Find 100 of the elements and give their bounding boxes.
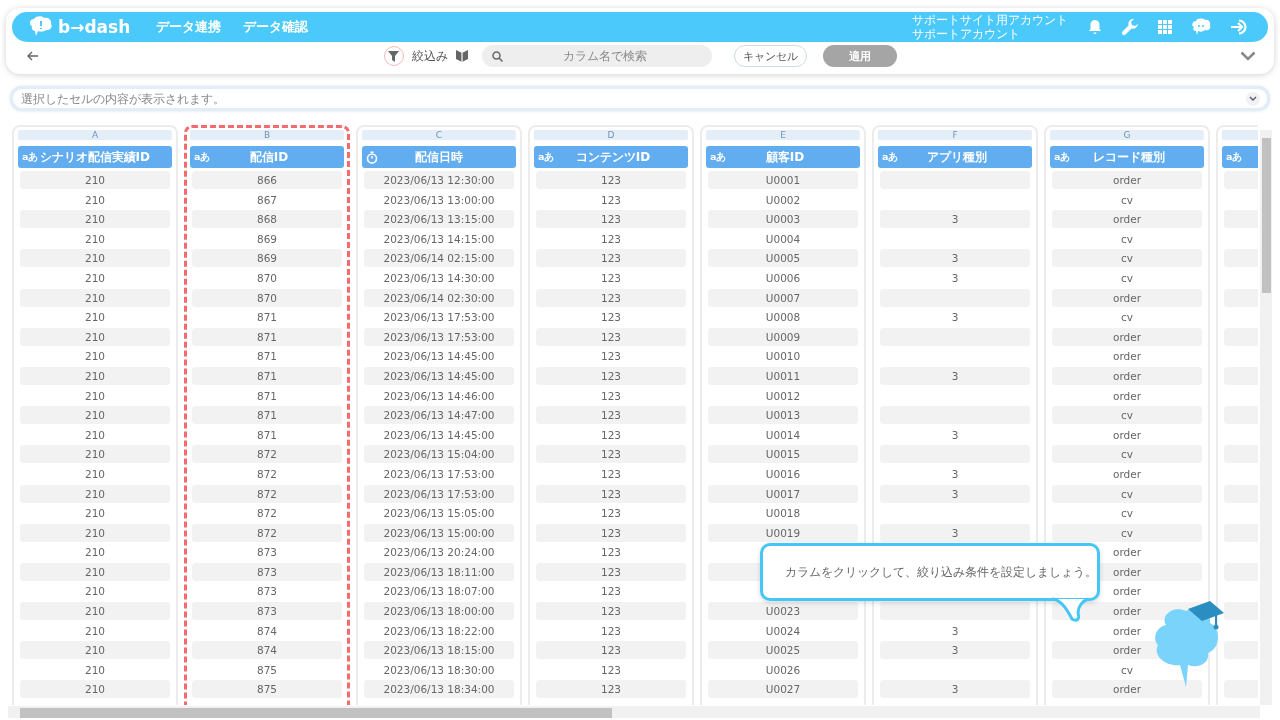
table-cell[interactable]: 3 xyxy=(880,680,1030,699)
table-cell[interactable]: 2023/06/13 14:15:00 xyxy=(364,229,514,248)
table-cell[interactable]: order xyxy=(1052,288,1202,307)
cell-content-field[interactable]: 選択したセルの内容が表示されます。 xyxy=(10,86,1270,111)
table-cell[interactable]: 871 xyxy=(192,386,342,405)
table-cell[interactable]: 210 xyxy=(20,621,170,640)
table-cell[interactable]: 2023/06/13 18:30:00 xyxy=(364,660,514,679)
table-cell[interactable]: 123 xyxy=(536,602,686,621)
table-cell[interactable]: 123 xyxy=(536,680,686,699)
table-cell[interactable]: 3 xyxy=(880,249,1030,268)
table-cell[interactable]: 210 xyxy=(20,582,170,601)
table-cell[interactable]: U0006 xyxy=(708,268,858,287)
table-cell[interactable]: order xyxy=(1052,366,1202,385)
table-cell[interactable]: 123 xyxy=(536,484,686,503)
table-cell[interactable]: 123 xyxy=(536,504,686,523)
table-cell[interactable]: 2023/06/13 14:45:00 xyxy=(364,347,514,366)
table-cell[interactable]: 123 xyxy=(536,445,686,464)
table-cell[interactable]: U0013 xyxy=(708,406,858,425)
table-cell[interactable]: 871 xyxy=(192,347,342,366)
scrollbar-thumb[interactable] xyxy=(1262,138,1271,293)
table-cell[interactable]: 2023/06/13 17:53:00 xyxy=(364,327,514,346)
table-cell[interactable]: cv xyxy=(1052,660,1202,679)
table-cell[interactable]: U0015 xyxy=(708,445,858,464)
table-cell[interactable]: 3 xyxy=(880,621,1030,640)
table-cell[interactable]: 123 xyxy=(536,366,686,385)
table-cell[interactable]: cv xyxy=(1052,445,1202,464)
table-cell[interactable]: 123 xyxy=(536,171,686,189)
table-cell[interactable]: order xyxy=(1052,386,1202,405)
table-cell[interactable]: 2023/06/13 14:45:00 xyxy=(364,366,514,385)
empty-cell[interactable] xyxy=(880,602,1030,621)
table-cell[interactable]: 2023/06/13 20:24:00 xyxy=(364,543,514,562)
table-cell[interactable]: 869 xyxy=(192,249,342,268)
table-cell[interactable]: cv xyxy=(1052,249,1202,268)
table-cell[interactable]: 2023/06/13 18:07:00 xyxy=(364,582,514,601)
table-cell[interactable]: 872 xyxy=(192,484,342,503)
table-cell[interactable]: 210 xyxy=(20,464,170,483)
table-cell[interactable]: 210 xyxy=(20,523,170,542)
table-cell[interactable]: 210 xyxy=(20,504,170,523)
table-cell[interactable]: 123 xyxy=(536,327,686,346)
table-cell[interactable]: U0003 xyxy=(708,210,858,229)
table-cell[interactable]: 210 xyxy=(20,288,170,307)
table-cell[interactable]: cv xyxy=(1052,308,1202,327)
table-cell[interactable]: 870 xyxy=(192,288,342,307)
table-cell[interactable]: cv xyxy=(1052,406,1202,425)
table-cell[interactable]: 3 xyxy=(880,641,1030,660)
table-cell[interactable]: 2023/06/13 18:22:00 xyxy=(364,621,514,640)
table-cell[interactable]: 2023/06/13 14:45:00 xyxy=(364,425,514,444)
table-cell[interactable]: U0019 xyxy=(708,523,858,542)
table-cell[interactable]: cv xyxy=(1052,523,1202,542)
apps-grid-icon[interactable] xyxy=(1158,20,1172,34)
table-cell[interactable]: 123 xyxy=(536,268,686,287)
table-cell[interactable]: 2023/06/13 18:00:00 xyxy=(364,602,514,621)
chevron-down-icon[interactable] xyxy=(1240,51,1256,61)
table-cell[interactable]: 210 xyxy=(20,602,170,621)
table-cell[interactable]: U0007 xyxy=(708,288,858,307)
table-cell[interactable]: U0012 xyxy=(708,386,858,405)
table-cell[interactable]: U0010 xyxy=(708,347,858,366)
table-cell[interactable]: 871 xyxy=(192,425,342,444)
table-cell[interactable]: 123 xyxy=(536,621,686,640)
table-cell[interactable]: 868 xyxy=(192,210,342,229)
table-cell[interactable]: 2023/06/13 18:15:00 xyxy=(364,641,514,660)
table-cell[interactable]: 2023/06/13 17:53:00 xyxy=(364,464,514,483)
table-cell[interactable]: 210 xyxy=(20,249,170,268)
table-cell[interactable]: U0004 xyxy=(708,229,858,248)
table-cell[interactable]: U0025 xyxy=(708,641,858,660)
table-cell[interactable]: 867 xyxy=(192,190,342,209)
horizontal-scrollbar[interactable] xyxy=(8,706,1260,718)
table-cell[interactable]: 872 xyxy=(192,523,342,542)
table-cell[interactable]: 870 xyxy=(192,268,342,287)
table-cell[interactable]: 210 xyxy=(20,268,170,287)
table-cell[interactable]: 871 xyxy=(192,327,342,346)
table-cell[interactable]: 873 xyxy=(192,543,342,562)
table-cell[interactable]: U0011 xyxy=(708,366,858,385)
table-cell[interactable]: 2023/06/13 14:30:00 xyxy=(364,268,514,287)
table-cell[interactable]: 123 xyxy=(536,425,686,444)
table-cell[interactable]: 210 xyxy=(20,308,170,327)
table-cell[interactable]: cv xyxy=(1052,268,1202,287)
table-cell[interactable]: 2023/06/13 17:53:00 xyxy=(364,308,514,327)
table-cell[interactable]: 210 xyxy=(20,386,170,405)
table-cell[interactable]: 210 xyxy=(20,171,170,189)
table-cell[interactable]: 872 xyxy=(192,445,342,464)
table-cell[interactable]: 210 xyxy=(20,660,170,679)
table-cell[interactable]: 2023/06/13 14:47:00 xyxy=(364,406,514,425)
wrench-icon[interactable] xyxy=(1121,18,1139,36)
table-cell[interactable]: 874 xyxy=(192,641,342,660)
table-cell[interactable]: 210 xyxy=(20,445,170,464)
table-cell[interactable]: order xyxy=(1052,210,1202,229)
table-cell[interactable]: U0026 xyxy=(708,660,858,679)
table-cell[interactable]: order xyxy=(1052,464,1202,483)
table-cell[interactable]: 2023/06/13 17:53:00 xyxy=(364,484,514,503)
table-cell[interactable]: U0024 xyxy=(708,621,858,640)
table-cell[interactable]: U0023 xyxy=(708,602,858,621)
table-cell[interactable]: 123 xyxy=(536,660,686,679)
table-cell[interactable]: 2023/06/13 13:00:00 xyxy=(364,190,514,209)
table-cell[interactable]: 2023/06/14 02:30:00 xyxy=(364,288,514,307)
table-cell[interactable]: 2023/06/13 15:04:00 xyxy=(364,445,514,464)
table-cell[interactable]: 123 xyxy=(536,641,686,660)
table-cell[interactable]: 875 xyxy=(192,680,342,699)
table-cell[interactable]: U0027 xyxy=(708,680,858,699)
table-cell[interactable]: 3 xyxy=(880,425,1030,444)
